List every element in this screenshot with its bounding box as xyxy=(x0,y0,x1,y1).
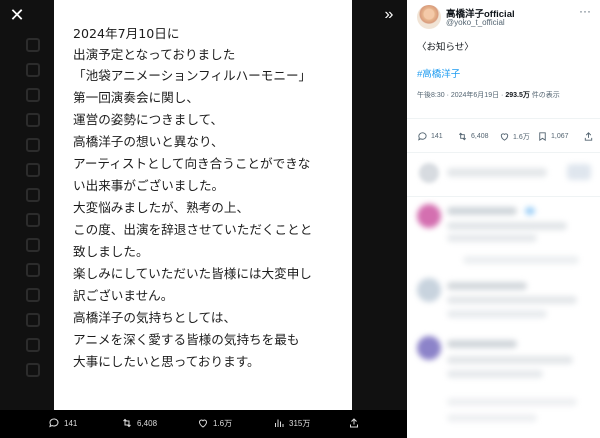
divider xyxy=(407,152,600,153)
repost-button[interactable]: 6,408 xyxy=(121,417,157,429)
more-options-icon[interactable]: ··· xyxy=(579,4,591,18)
heart-icon xyxy=(198,419,208,428)
collapse-panel-icon[interactable]: » xyxy=(378,4,400,26)
tweet-text: 〈お知らせ〉 xyxy=(417,42,474,53)
reply-button[interactable]: 141 xyxy=(417,131,443,142)
like-button[interactable]: 1.6万 xyxy=(499,131,530,142)
doc-line: い出来事がございました。 xyxy=(73,178,225,193)
share-button[interactable] xyxy=(583,131,597,142)
doc-line: 2024年7月10日に xyxy=(73,26,180,41)
doc-line: 出演予定となっておりました xyxy=(73,47,236,62)
share-button[interactable] xyxy=(348,417,364,429)
avatar[interactable] xyxy=(417,5,441,29)
media-action-bar: 141 6,408 1.6万 315万 xyxy=(0,410,407,438)
tweet-view-count: 293.5万 xyxy=(505,92,530,99)
reply-icon xyxy=(49,418,59,428)
heart-icon xyxy=(500,133,509,141)
doc-line: 第一回演奏会に関し、 xyxy=(73,90,199,105)
doc-line: この度、出演を辞退させていただくことと xyxy=(73,222,313,237)
reply-icon xyxy=(418,132,427,141)
doc-line: 大変悩みましたが、熟考の上、 xyxy=(73,200,250,215)
doc-line: 訳ございません。 xyxy=(73,288,174,303)
reply-count: 141 xyxy=(431,133,443,140)
announcement-image: 2024年7月10日に 出演予定となっておりました 「池袋アニメーションフィルハ… xyxy=(54,0,352,410)
like-button[interactable]: 1.6万 xyxy=(197,417,232,429)
repost-count: 6,408 xyxy=(137,418,158,428)
tweet-timestamp[interactable]: 午後8:30 · 2024年6月19日 · xyxy=(417,92,505,99)
views-count: 315万 xyxy=(289,418,311,428)
repost-icon xyxy=(458,132,467,141)
divider xyxy=(407,118,600,119)
analytics-icon xyxy=(275,419,284,427)
bookmark-icon xyxy=(539,132,546,142)
views-button[interactable]: 315万 xyxy=(273,417,310,429)
doc-line: 楽しみにしていただいた皆様には大変申し xyxy=(73,266,312,281)
repost-button[interactable]: 6,408 xyxy=(457,131,489,142)
reply-count: 141 xyxy=(64,418,78,428)
like-count: 1.6万 xyxy=(513,133,530,141)
share-icon xyxy=(584,132,593,141)
close-icon[interactable]: ✕ xyxy=(6,4,28,26)
doc-line: 高橋洋子の気持ちとしては、 xyxy=(73,310,237,325)
doc-line: アニメを深く愛する皆様の気持ちを最も xyxy=(73,332,300,347)
doc-line: 「池袋アニメーションフィルハーモニー」 xyxy=(73,68,312,83)
repost-count: 6,408 xyxy=(471,133,489,140)
share-icon xyxy=(350,418,358,428)
dimmed-side-nav xyxy=(20,38,46,388)
hashtag-link[interactable]: #高橋洋子 xyxy=(417,66,460,80)
doc-line: 高橋洋子の想いと異なり、 xyxy=(73,134,224,149)
tweet-meta: 午後8:30 · 2024年6月19日 · 293.5万 件の表示 xyxy=(417,90,560,100)
doc-line: 致しました。 xyxy=(73,244,149,259)
tweet-detail-panel: 高橋洋子official @yoko_t_official ··· 〈お知らせ〉… xyxy=(407,0,600,438)
tweet-views-label: 件の表示 xyxy=(529,92,560,99)
doc-line: アーティストとして向き合うことができな xyxy=(73,156,311,171)
bookmark-button[interactable]: 1,067 xyxy=(537,131,569,142)
doc-line: 大事にしたいと思っております。 xyxy=(73,354,260,369)
like-count: 1.6万 xyxy=(213,418,233,428)
doc-line: 運営の姿勢につきまして、 xyxy=(73,112,224,127)
reply-button[interactable]: 141 xyxy=(48,417,77,429)
author-handle[interactable]: @yoko_t_official xyxy=(446,18,505,27)
repost-icon xyxy=(123,418,131,428)
bookmark-count: 1,067 xyxy=(551,133,569,140)
